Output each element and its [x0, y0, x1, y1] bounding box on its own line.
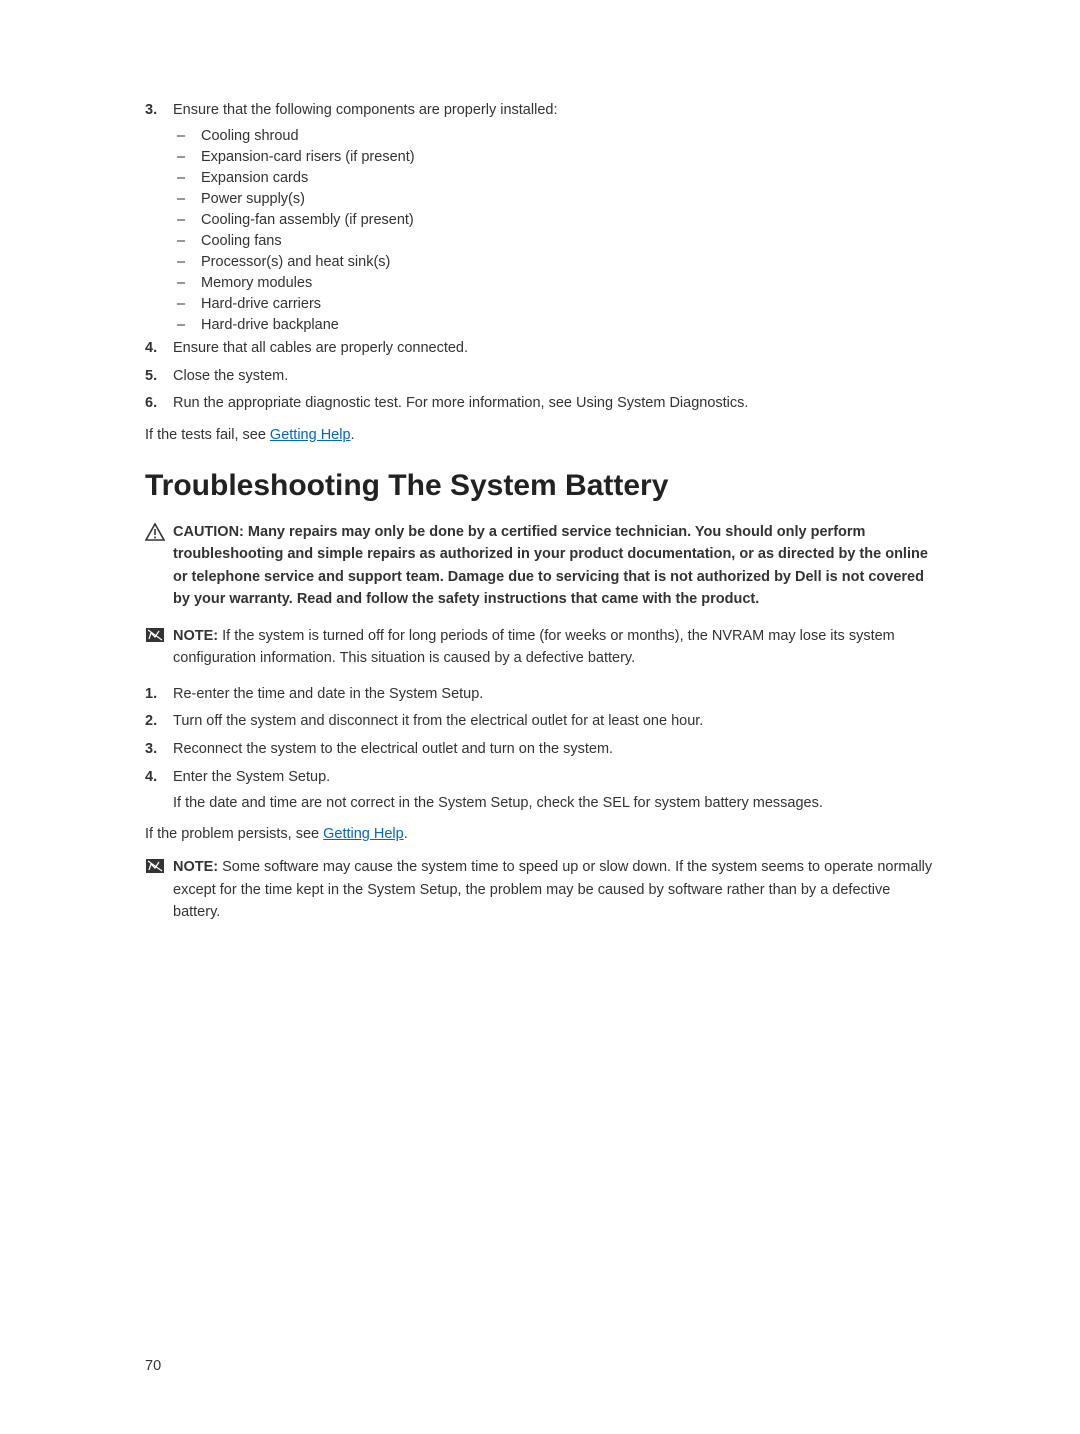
step-3: 3. Ensure that the following components … — [145, 100, 935, 122]
bullet-item: – Cooling fans — [145, 233, 935, 249]
bullet-text: Expansion cards — [201, 170, 935, 186]
bullet-text: Processor(s) and heat sink(s) — [201, 254, 935, 270]
bullet-text: Hard-drive carriers — [201, 296, 935, 312]
step-number: 4. — [145, 767, 173, 815]
step-text: Re-enter the time and date in the System… — [173, 684, 935, 706]
step-b2: 2. Turn off the system and disconnect it… — [145, 711, 935, 733]
step-b4-text: Enter the System Setup. — [173, 767, 935, 789]
caution-text: CAUTION: Many repairs may only be done b… — [173, 521, 935, 611]
dash-icon: – — [177, 233, 201, 249]
bullet-item: – Expansion cards — [145, 170, 935, 186]
step-number: 3. — [145, 739, 173, 761]
bullet-text: Power supply(s) — [201, 191, 935, 207]
step-number: 5. — [145, 366, 173, 388]
step-4: 4. Ensure that all cables are properly c… — [145, 338, 935, 360]
persists-prefix: If the problem persists, see — [145, 826, 323, 842]
note-label: NOTE: — [173, 628, 222, 644]
dash-icon: – — [177, 254, 201, 270]
step-number: 4. — [145, 338, 173, 360]
note-label: NOTE: — [173, 859, 222, 875]
step-content: Enter the System Setup. If the date and … — [173, 767, 935, 815]
tests-fail-line: If the tests fail, see Getting Help. — [145, 425, 935, 447]
bullet-text: Memory modules — [201, 275, 935, 291]
bullet-item: – Hard-drive carriers — [145, 296, 935, 312]
note-text: NOTE: If the system is turned off for lo… — [173, 625, 935, 670]
bullet-item: – Cooling-fan assembly (if present) — [145, 212, 935, 228]
step-text: Reconnect the system to the electrical o… — [173, 739, 935, 761]
caution-body: Many repairs may only be done by a certi… — [173, 524, 928, 607]
caution-label: CAUTION: — [173, 524, 248, 540]
bullet-item: – Expansion-card risers (if present) — [145, 149, 935, 165]
period: . — [404, 826, 408, 842]
step-number: 2. — [145, 711, 173, 733]
bullet-text: Cooling-fan assembly (if present) — [201, 212, 935, 228]
persists-line: If the problem persists, see Getting Hel… — [145, 824, 935, 846]
step-number: 3. — [145, 100, 173, 122]
getting-help-link[interactable]: Getting Help — [323, 826, 404, 842]
note-icon — [145, 856, 173, 923]
note-icon — [145, 625, 173, 670]
step-number: 6. — [145, 393, 173, 415]
steps-list-b: 1. Re-enter the time and date in the Sys… — [145, 684, 935, 815]
page-number: 70 — [145, 1358, 161, 1374]
dash-icon: – — [177, 149, 201, 165]
bullet-text: Cooling fans — [201, 233, 935, 249]
bullet-item: – Cooling shroud — [145, 128, 935, 144]
step-text: Turn off the system and disconnect it fr… — [173, 711, 935, 733]
period: . — [351, 427, 355, 443]
bullet-item: – Memory modules — [145, 275, 935, 291]
caution-icon — [145, 521, 173, 611]
note-text: NOTE: Some software may cause the system… — [173, 856, 935, 923]
dash-icon: – — [177, 128, 201, 144]
dash-icon: – — [177, 317, 201, 333]
note-block-2: NOTE: Some software may cause the system… — [145, 856, 935, 923]
step-content: Ensure that the following components are… — [173, 100, 935, 122]
step-text: Close the system. — [173, 366, 935, 388]
step-5: 5. Close the system. — [145, 366, 935, 388]
step-b3: 3. Reconnect the system to the electrica… — [145, 739, 935, 761]
dash-icon: – — [177, 296, 201, 312]
step-b4-sub: If the date and time are not correct in … — [173, 793, 935, 815]
caution-block: CAUTION: Many repairs may only be done b… — [145, 521, 935, 611]
tests-fail-prefix: If the tests fail, see — [145, 427, 270, 443]
step-number: 1. — [145, 684, 173, 706]
dash-icon: – — [177, 191, 201, 207]
note-body: Some software may cause the system time … — [173, 859, 932, 920]
note-block-1: NOTE: If the system is turned off for lo… — [145, 625, 935, 670]
bullet-item: – Power supply(s) — [145, 191, 935, 207]
step-3-lead: Ensure that the following components are… — [173, 100, 935, 122]
note-body: If the system is turned off for long per… — [173, 628, 895, 666]
step-text: Ensure that all cables are properly conn… — [173, 338, 935, 360]
bullet-text: Cooling shroud — [201, 128, 935, 144]
bullet-text: Expansion-card risers (if present) — [201, 149, 935, 165]
getting-help-link[interactable]: Getting Help — [270, 427, 351, 443]
step-b4: 4. Enter the System Setup. If the date a… — [145, 767, 935, 815]
step-b1: 1. Re-enter the time and date in the Sys… — [145, 684, 935, 706]
bullet-item: – Hard-drive backplane — [145, 317, 935, 333]
bullet-item: – Processor(s) and heat sink(s) — [145, 254, 935, 270]
dash-icon: – — [177, 170, 201, 186]
section-heading: Troubleshooting The System Battery — [145, 469, 935, 503]
dash-icon: – — [177, 212, 201, 228]
dash-icon: – — [177, 275, 201, 291]
bullet-text: Hard-drive backplane — [201, 317, 935, 333]
step-6: 6. Run the appropriate diagnostic test. … — [145, 393, 935, 415]
step-text: Run the appropriate diagnostic test. For… — [173, 393, 935, 415]
